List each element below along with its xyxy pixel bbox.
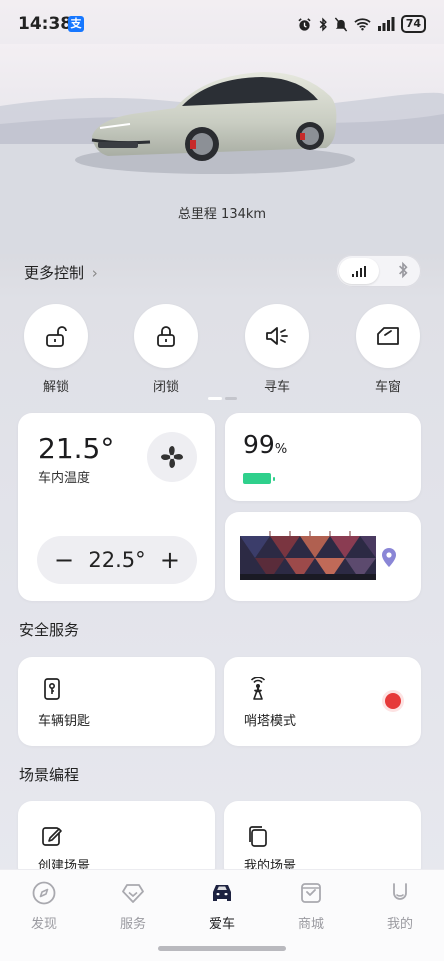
sentry-mode-label: 哨塔模式 xyxy=(244,714,297,729)
security-services-title: 安全服务 xyxy=(19,621,80,639)
inside-temperature-label: 车内温度 xyxy=(38,471,91,486)
sentry-tower-icon xyxy=(250,677,266,700)
home-indicator[interactable] xyxy=(158,946,286,951)
lock-label: 闭锁 xyxy=(152,380,179,395)
location-pin-icon xyxy=(382,548,396,567)
more-controls-label: 更多控制 xyxy=(24,264,85,282)
window-button[interactable]: 车窗 xyxy=(356,304,420,395)
location-address-redacted xyxy=(240,531,376,580)
shop-icon xyxy=(301,883,321,903)
lock-button[interactable]: 闭锁 xyxy=(134,304,198,395)
car-key-icon xyxy=(44,678,60,700)
fan-icon xyxy=(161,446,183,468)
battery-level-tip xyxy=(273,477,275,481)
unlock-label: 解锁 xyxy=(42,380,69,395)
mute-icon xyxy=(334,16,347,32)
edit-icon xyxy=(42,827,62,846)
window-label: 车窗 xyxy=(374,380,401,395)
inside-temperature: 21.5° xyxy=(38,432,115,465)
car-icon xyxy=(213,885,231,901)
chevron-right-icon: › xyxy=(91,264,98,282)
tab-profile-label: 我的 xyxy=(386,917,413,932)
find-car-label: 寻车 xyxy=(263,380,290,395)
tab-shop-label: 商城 xyxy=(297,917,324,932)
cellular-mode-option[interactable] xyxy=(339,258,379,284)
cellular-signal-icon xyxy=(352,265,366,277)
tab-profile[interactable]: 我的 xyxy=(370,880,430,932)
tab-discover[interactable]: 发现 xyxy=(14,880,74,932)
unlock-button[interactable]: 解锁 xyxy=(24,304,88,395)
temperature-stepper: − 22.5° + xyxy=(37,536,197,584)
alipay-icon: 支 xyxy=(68,16,84,32)
bluetooth-icon xyxy=(319,17,327,31)
tab-service[interactable]: 服务 xyxy=(103,880,163,932)
sentry-status-indicator xyxy=(385,693,401,709)
car-key-label: 车辆钥匙 xyxy=(38,714,91,729)
battery-percent-value: 99 xyxy=(243,430,275,459)
connection-mode-toggle[interactable] xyxy=(336,255,421,287)
tab-my-car[interactable]: 爱车 xyxy=(192,880,252,932)
decrease-temperature-button[interactable]: − xyxy=(51,548,77,572)
status-icons: 74 xyxy=(297,15,426,33)
bluetooth-mode-icon[interactable] xyxy=(397,261,409,279)
scene-programming-title: 场景编程 xyxy=(19,766,80,784)
fan-button[interactable] xyxy=(147,432,197,482)
battery-icon: 74 xyxy=(400,15,426,33)
signal-icon xyxy=(377,17,395,31)
battery-percent: 99% xyxy=(243,430,287,459)
service-heart-icon xyxy=(122,884,144,903)
more-controls-link[interactable]: 更多控制 › xyxy=(24,262,98,283)
tab-my-car-label: 爱车 xyxy=(208,917,235,932)
car-hero-image xyxy=(0,44,444,254)
window-icon xyxy=(377,327,399,345)
wifi-icon xyxy=(354,18,371,31)
tab-discover-label: 发现 xyxy=(30,917,57,932)
page-indicator xyxy=(208,397,237,400)
total-mileage: 总里程 134km xyxy=(177,207,267,222)
profile-icon xyxy=(393,883,407,900)
status-time: 14:38 xyxy=(18,14,73,34)
battery-level-bar xyxy=(243,473,271,484)
alarm-icon xyxy=(298,17,311,31)
set-temperature: 22.5° xyxy=(88,548,146,572)
tab-service-label: 服务 xyxy=(119,917,146,932)
battery-percent-unit: % xyxy=(274,442,288,457)
my-scenes-icon xyxy=(249,826,267,847)
find-car-button[interactable]: 寻车 xyxy=(245,304,309,395)
compass-icon xyxy=(32,881,56,905)
lock-icon xyxy=(157,326,175,347)
car-key-card[interactable] xyxy=(18,657,215,746)
unlock-icon xyxy=(46,326,67,347)
tab-shop[interactable]: 商城 xyxy=(281,880,341,932)
find-car-icon xyxy=(266,327,288,345)
increase-temperature-button[interactable]: + xyxy=(157,548,183,572)
